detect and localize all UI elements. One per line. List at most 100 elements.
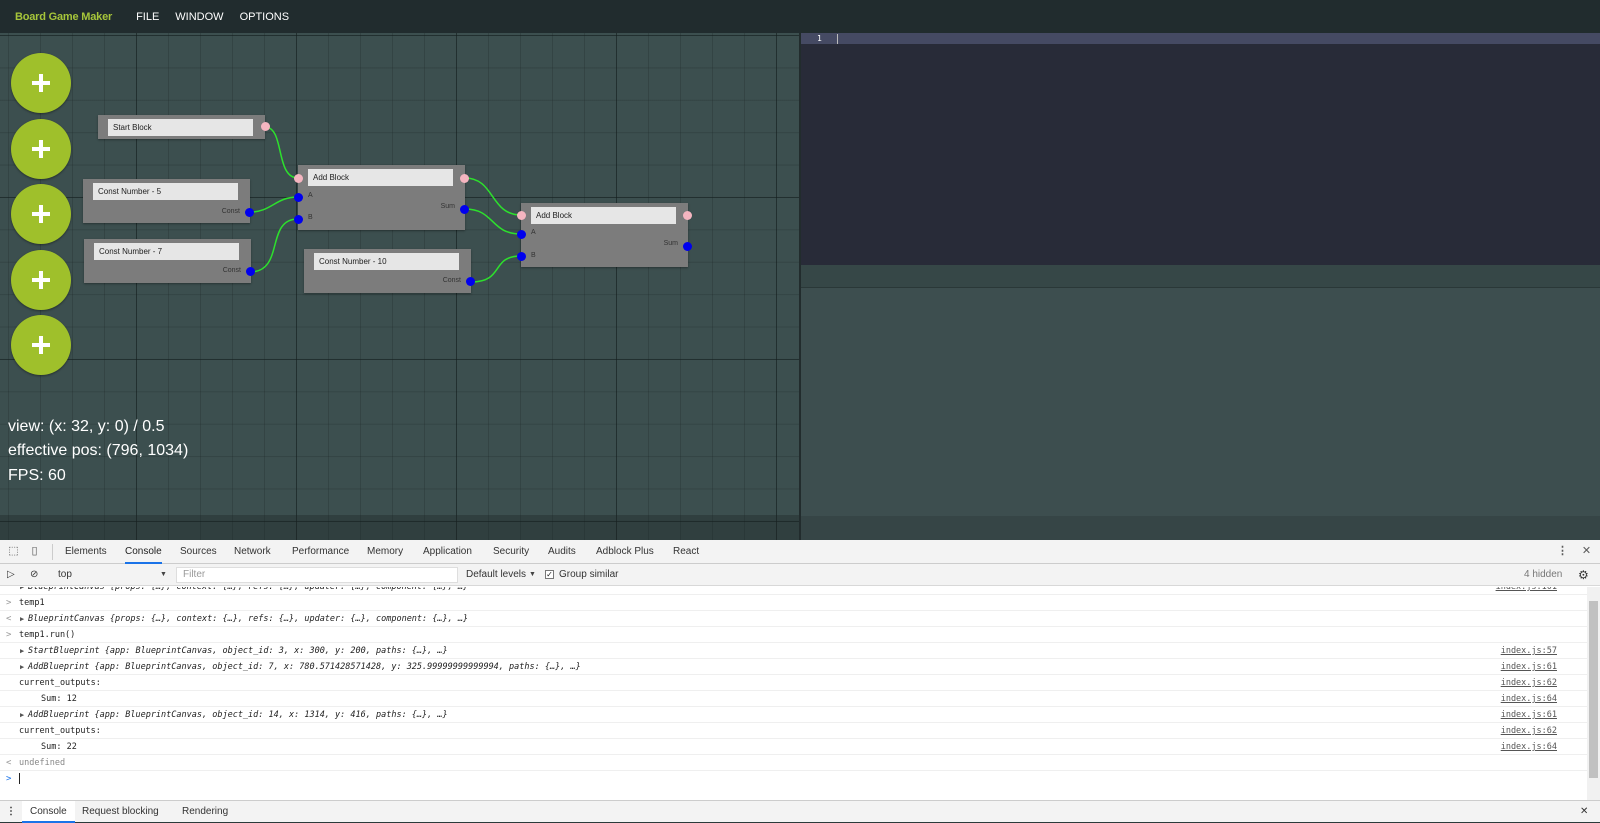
- const-out-port[interactable]: [246, 267, 255, 276]
- close-icon[interactable]: ✕: [1580, 545, 1593, 558]
- exec-out-port[interactable]: [460, 174, 469, 183]
- const-number-block[interactable]: Const Number - 10 Const: [304, 249, 475, 293]
- console-message: Sum: 22: [41, 742, 77, 752]
- add-block[interactable]: Add Block A B Sum: [517, 203, 692, 267]
- console-message[interactable]: BlueprintCanvas {props: {…}, context: {……: [28, 587, 468, 595]
- console-row: > temp1: [0, 595, 1587, 611]
- menu-window[interactable]: WINDOW: [175, 11, 223, 23]
- more-options-icon[interactable]: ⋮: [1556, 545, 1569, 558]
- tab-audits[interactable]: Audits: [548, 540, 576, 564]
- drawer-tabbar: ⋮ Console Request blocking Rendering ✕: [0, 800, 1600, 823]
- tab-adblock-plus[interactable]: Adblock Plus: [596, 540, 654, 564]
- active-line-highlight: [801, 33, 1600, 44]
- expand-triangle-icon[interactable]: ▶: [20, 659, 24, 675]
- console-message[interactable]: AddBlueprint {app: BlueprintCanvas, obje…: [28, 659, 581, 675]
- tab-network[interactable]: Network: [234, 540, 271, 564]
- tab-react[interactable]: React: [673, 540, 699, 564]
- log-levels-dropdown[interactable]: Default levels: [466, 564, 526, 586]
- source-link[interactable]: index.js:62: [1501, 675, 1557, 691]
- sum-out-port[interactable]: [460, 205, 469, 214]
- devtools-tabbar: ⬚ ▯ Elements Console Sources Network Per…: [0, 540, 1600, 564]
- settings-gear-icon[interactable]: ⚙: [1578, 564, 1589, 586]
- port-label: Sum: [440, 203, 455, 210]
- console-toolbar: ▷ ⊘ top ▼ Filter Default levels ▼ ✓ Grou…: [0, 564, 1600, 586]
- inspect-element-icon[interactable]: ⬚: [7, 545, 20, 558]
- console-message: temp1: [19, 598, 45, 608]
- filter-placeholder: Filter: [183, 569, 206, 580]
- const-out-port[interactable]: [245, 208, 254, 217]
- block-title: Const Number - 7: [94, 243, 239, 260]
- source-link[interactable]: index.js:64: [1501, 691, 1557, 707]
- exec-out-port[interactable]: [683, 211, 692, 220]
- scrollbar-thumb[interactable]: [1589, 601, 1598, 778]
- const-number-block[interactable]: Const Number - 5 Const: [83, 179, 254, 223]
- exec-in-port[interactable]: [294, 174, 303, 183]
- line-number: 1: [817, 34, 822, 43]
- drawer-tab-console[interactable]: Console: [22, 801, 75, 823]
- blueprint-canvas[interactable]: Start Block Const Number - 5 Const Const…: [0, 33, 800, 540]
- tab-console[interactable]: Console: [125, 540, 162, 564]
- close-drawer-icon[interactable]: ✕: [1580, 801, 1588, 823]
- exec-out-port[interactable]: [261, 122, 270, 131]
- context-selector[interactable]: top: [54, 567, 170, 583]
- fps-readout: FPS: 60: [8, 467, 66, 484]
- expand-triangle-icon[interactable]: ▶: [20, 643, 24, 659]
- console-message: current_outputs:: [19, 678, 101, 688]
- source-link[interactable]: index.js:61: [1501, 707, 1557, 723]
- console-row: > temp1.run(): [0, 627, 1587, 643]
- source-link[interactable]: index.js:64: [1501, 739, 1557, 755]
- tab-elements[interactable]: Elements: [65, 540, 107, 564]
- console-message: current_outputs:: [19, 726, 101, 736]
- const-number-block[interactable]: Const Number - 7 Const: [84, 239, 255, 283]
- console-scrollbar[interactable]: [1587, 587, 1600, 800]
- context-value: top: [58, 569, 72, 580]
- port-label: B: [531, 252, 536, 259]
- clear-console-icon[interactable]: ⊘: [30, 564, 38, 586]
- console-row: ▶ BlueprintCanvas {props: {…}, context: …: [0, 587, 1587, 595]
- drawer-tab-request-blocking[interactable]: Request blocking: [82, 801, 159, 823]
- add-block[interactable]: Add Block A B Sum: [294, 165, 469, 230]
- group-similar-checkbox[interactable]: ✓: [545, 570, 554, 579]
- expand-triangle-icon[interactable]: ▶: [20, 707, 24, 723]
- source-link[interactable]: index.js:62: [1501, 723, 1557, 739]
- console-prompt-input[interactable]: [19, 773, 20, 784]
- source-link[interactable]: index.js:57: [1501, 643, 1557, 659]
- console-output[interactable]: ▶ BlueprintCanvas {props: {…}, context: …: [0, 587, 1587, 800]
- tab-performance[interactable]: Performance: [292, 540, 349, 564]
- const-out-port[interactable]: [466, 277, 475, 286]
- show-sidebar-icon[interactable]: ▷: [7, 564, 15, 586]
- start-block[interactable]: Start Block: [98, 115, 270, 139]
- input-a-port[interactable]: [517, 230, 526, 239]
- menu-file[interactable]: FILE: [136, 11, 159, 23]
- tab-sources[interactable]: Sources: [180, 540, 217, 564]
- drawer-menu-icon[interactable]: ⋮: [6, 801, 16, 823]
- console-message[interactable]: AddBlueprint {app: BlueprintCanvas, obje…: [28, 707, 448, 723]
- source-link[interactable]: index.js:101: [1496, 587, 1557, 595]
- effective-pos-readout: effective pos: (796, 1034): [8, 442, 189, 459]
- menu-options[interactable]: OPTIONS: [240, 11, 290, 23]
- input-b-port[interactable]: [517, 252, 526, 261]
- console-filter-input[interactable]: Filter: [176, 567, 458, 583]
- source-link[interactable]: index.js:61: [1501, 659, 1557, 675]
- console-row: < undefined: [0, 755, 1587, 771]
- right-panel-band: [801, 265, 1600, 288]
- expand-triangle-icon[interactable]: ▶: [20, 587, 24, 595]
- wire-start-to-add1: [264, 126, 299, 179]
- input-a-port[interactable]: [294, 193, 303, 202]
- expand-triangle-icon[interactable]: ▶: [20, 611, 24, 627]
- console-row: < ▶ BlueprintCanvas {props: {…}, context…: [0, 611, 1587, 627]
- exec-in-port[interactable]: [517, 211, 526, 220]
- device-toolbar-icon[interactable]: ▯: [28, 545, 41, 558]
- input-b-port[interactable]: [294, 215, 303, 224]
- console-row: current_outputs: index.js:62: [0, 675, 1587, 691]
- console-message[interactable]: StartBlueprint {app: BlueprintCanvas, ob…: [28, 643, 448, 659]
- console-message[interactable]: BlueprintCanvas {props: {…}, context: {……: [28, 611, 468, 627]
- tab-memory[interactable]: Memory: [367, 540, 403, 564]
- console-prompt-row[interactable]: >: [0, 771, 1587, 787]
- console-row: ▶ AddBlueprint {app: BlueprintCanvas, ob…: [0, 707, 1587, 723]
- tab-application[interactable]: Application: [423, 540, 472, 564]
- drawer-tab-rendering[interactable]: Rendering: [182, 801, 228, 823]
- tab-security[interactable]: Security: [493, 540, 529, 564]
- code-editor[interactable]: 1: [801, 33, 1600, 265]
- sum-out-port[interactable]: [683, 242, 692, 251]
